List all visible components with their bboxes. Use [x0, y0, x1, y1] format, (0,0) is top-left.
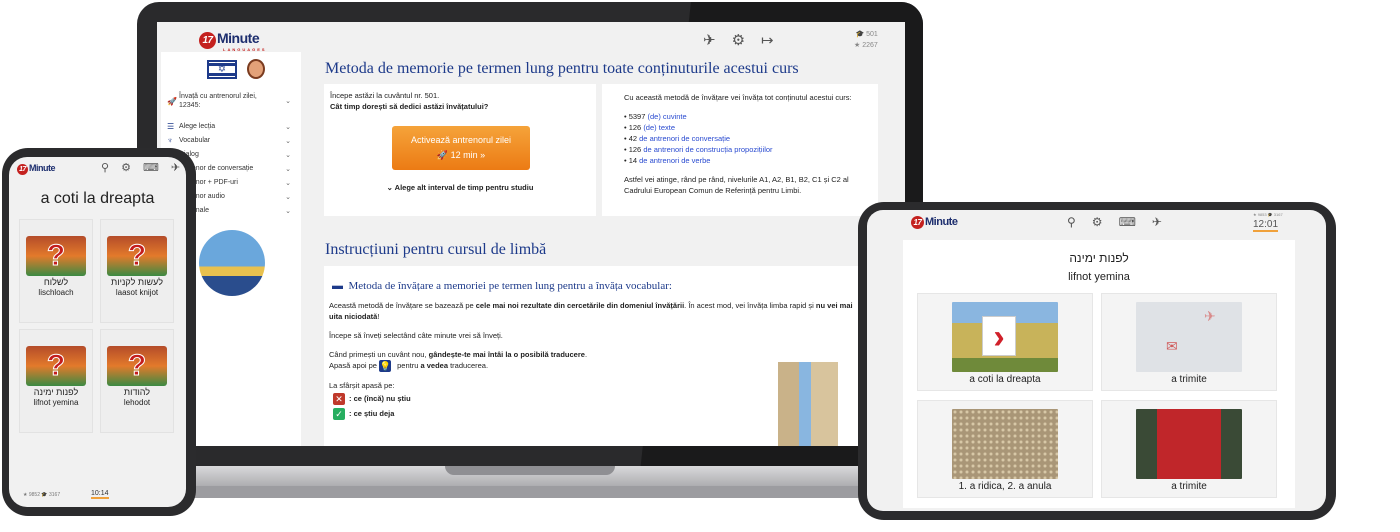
question-hebrew: לפנות ימינה	[1069, 251, 1129, 265]
no-pronunciation-icon[interactable]: ✈	[1152, 215, 1162, 229]
question-mark-icon: ?	[26, 346, 86, 386]
answer-tile[interactable]: ✈ ✉ a trimite	[1101, 293, 1277, 391]
lightbulb-icon: 💡	[379, 360, 392, 373]
keyboard-icon[interactable]: ⌨	[143, 161, 159, 174]
chevron-down-icon: ⌄	[285, 123, 291, 131]
laptop-foot	[160, 486, 900, 498]
phone-toolbar: ⚲ ⚙ ⌨ ✈	[101, 161, 180, 174]
list-item: • 42 de antrenori de conversație	[624, 134, 731, 143]
laptop-screen: 17 Minute LANGUAGES ✈ ⚙ ↦ 🎓 501 ★ 2267 ✡ 🚀…	[157, 22, 905, 446]
chevron-down-icon: ⌄	[285, 165, 291, 173]
answer-tile[interactable]: ? להודות lehodot	[100, 329, 174, 433]
arrow-sign-image: ›	[952, 302, 1058, 372]
close-icon: ✕	[333, 393, 345, 406]
tablet-timer: 12:01	[1253, 219, 1279, 232]
street-photo	[778, 362, 838, 446]
brand-logo[interactable]: 17 Minute	[17, 163, 56, 175]
keyboard-icon[interactable]: ⌨	[1119, 215, 1136, 229]
list-item: • 126 (de) texte	[624, 123, 675, 132]
tablet-toolbar: ⚲ ⚙ ⌨ ✈	[1067, 215, 1162, 229]
list-item: • 14 de antrenori de verbe	[624, 156, 711, 165]
language-flag[interactable]: ✡	[207, 60, 237, 79]
gear-icon[interactable]: ⚙	[121, 161, 131, 174]
brand-logo[interactable]: 17 Minute	[911, 216, 958, 229]
quiz-panel: לפנות ימינה lifnot yemina › a coti la dr…	[903, 240, 1295, 508]
instructions-title: Instrucțiuni pentru cursul de limbă	[325, 241, 547, 258]
phone-screen: 17 Minute ⚲ ⚙ ⌨ ✈ a coti la dreapta ? לשלו…	[9, 157, 186, 507]
pebbles-hand-image	[952, 409, 1058, 479]
chevron-down-icon: ⌄	[285, 151, 291, 159]
answer-tile[interactable]: 1. a ridica, 2. a anula	[917, 400, 1093, 498]
gear-icon[interactable]: ⚙	[1092, 215, 1103, 229]
brand-logo[interactable]: 17 Minute LANGUAGES	[199, 30, 267, 52]
list-item: • 5397 (de) cuvinte	[624, 112, 687, 121]
mailbox-image	[1136, 409, 1242, 479]
gear-icon[interactable]: ⚙	[732, 31, 745, 49]
tablet-stats: ★ 9853 🎓 3167	[1253, 212, 1283, 217]
answer-tile[interactable]: a trimite	[1101, 400, 1277, 498]
course-content-card: Cu această metodă de învățare vei învăța…	[602, 84, 878, 216]
choose-other-interval-link[interactable]: ⌄ Alege alt interval de timp pentru stud…	[324, 182, 596, 193]
answer-tile[interactable]: ? לפנות ימינה lifnot yemina	[19, 329, 93, 433]
activate-daily-trainer-button[interactable]: Activează antrenorul zilei 🚀 12 min »	[392, 126, 530, 170]
page-title: Metoda de memorie pe termen lung pentru …	[325, 60, 799, 77]
chevron-down-icon: ⌄	[285, 179, 291, 187]
avatar[interactable]	[247, 59, 265, 79]
check-icon: ✓	[333, 408, 345, 421]
book-icon: ▬	[332, 280, 343, 292]
vocab-icon: ♆	[167, 136, 173, 145]
sidebar-item-vocabulary[interactable]: ♆ Vocabular ⌄	[167, 136, 291, 145]
paper-plane-image: ✈ ✉	[1136, 302, 1242, 372]
chevron-down-icon: ⌄	[285, 193, 291, 201]
daily-trainer-card: Începe astăzi la cuvântul nr. 501. Cât t…	[324, 84, 596, 216]
list-item: • 126 de antrenori de construcția propoz…	[624, 145, 773, 154]
rocket-icon: 🚀	[167, 96, 177, 106]
chevron-down-icon: ⌄	[285, 137, 291, 145]
stats-counter: 🎓 501 ★ 2267	[854, 31, 878, 49]
list-icon: ☰	[167, 122, 175, 131]
answer-tile[interactable]: ? לעשות לקניות laasot knijot	[100, 219, 174, 323]
question-mark-icon: ?	[107, 236, 167, 276]
answer-tile[interactable]: ? לשלוח lischloach	[19, 219, 93, 323]
sidebar-item-daily-trainer[interactable]: 🚀 Învață cu antrenorul zilei, 12345: ⌄	[167, 92, 291, 110]
question-mark-icon: ?	[107, 346, 167, 386]
sidebar-item-lesson[interactable]: ☰ Alege lecția ⌄	[167, 122, 291, 131]
phone-timer: 10:14	[91, 490, 109, 499]
question-word: a coti la dreapta	[40, 190, 155, 207]
answer-tile[interactable]: › a coti la dreapta	[917, 293, 1093, 391]
tablet-screen: 17 Minute ⚲ ⚙ ⌨ ✈ ★ 9853 🎓 3167 12:01 לפנ…	[867, 210, 1326, 511]
laptop-notch	[445, 466, 615, 475]
phone-stats: ★ 9852 🎓 3167	[23, 492, 61, 498]
logout-icon[interactable]: ↦	[761, 31, 774, 49]
chevron-down-icon: ⌄	[285, 98, 291, 105]
chevron-down-icon: ⌄	[285, 207, 291, 215]
top-toolbar: ✈ ⚙ ↦	[703, 31, 774, 49]
question-mark-icon: ?	[26, 236, 86, 276]
pronunciation-icon[interactable]: ⚲	[101, 161, 109, 174]
instructions-card: ▬ Metoda de învățare a memoriei pe terme…	[324, 266, 884, 446]
pronunciation-icon[interactable]: ⚲	[1067, 215, 1076, 229]
jerusalem-illustration	[199, 230, 265, 296]
question-transliteration: lifnot yemina	[1068, 271, 1130, 283]
no-pronunciation-icon[interactable]: ✈	[703, 31, 716, 49]
no-pronunciation-icon[interactable]: ✈	[171, 161, 180, 174]
